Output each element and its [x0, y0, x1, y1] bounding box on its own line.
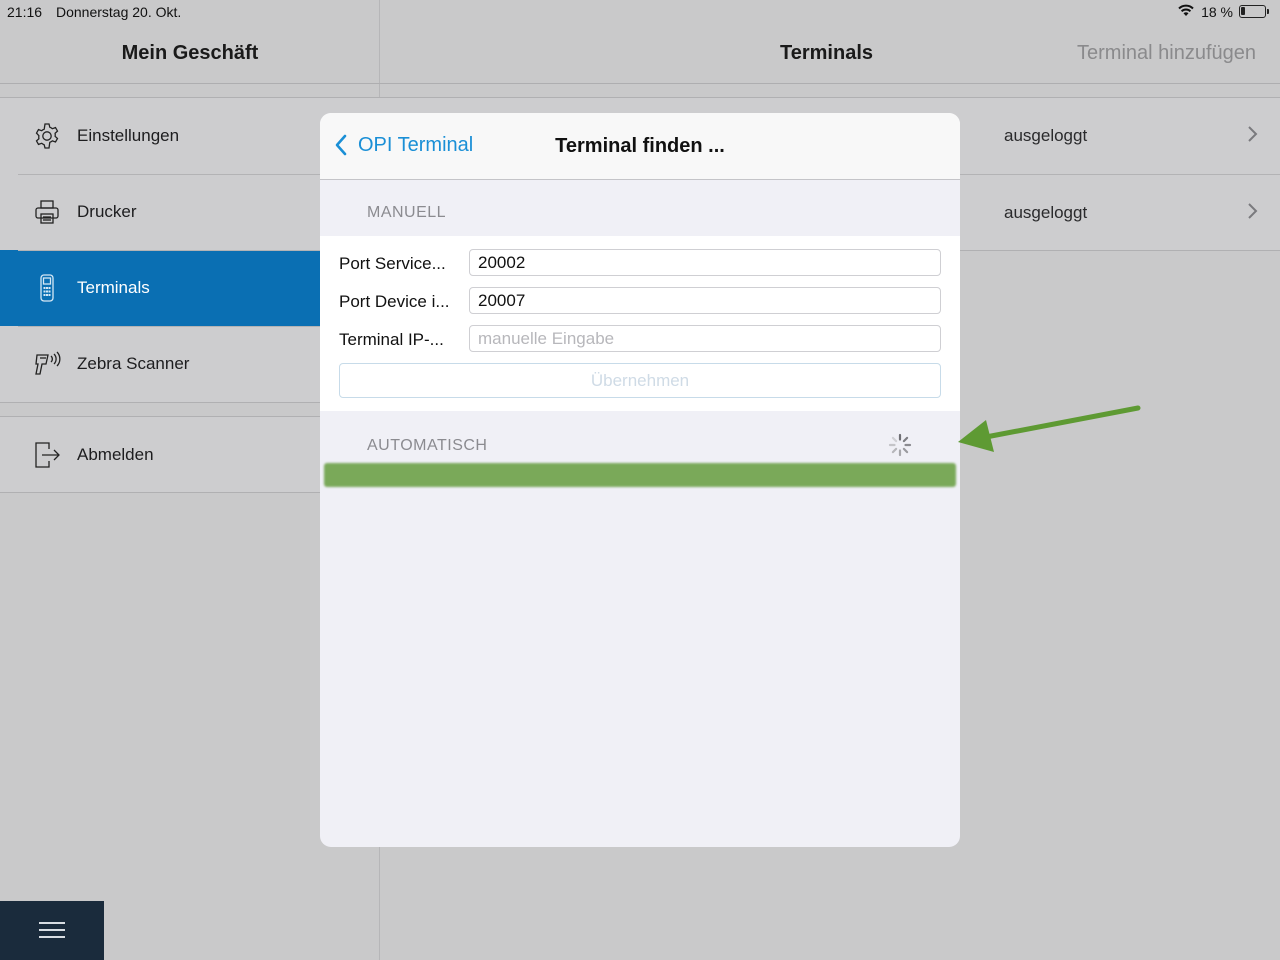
gear-icon — [32, 121, 62, 151]
dialog-navbar: OPI Terminal Terminal finden ... — [320, 113, 960, 180]
battery-percentage: 18 % — [1201, 3, 1233, 20]
terminal-status: ausgeloggt — [1004, 203, 1088, 222]
apply-button[interactable]: Übernehmen — [339, 363, 941, 398]
menu-button[interactable] — [0, 901, 104, 960]
printer-icon — [32, 197, 62, 227]
terminal-ip-input[interactable] — [469, 325, 941, 352]
sidebar-header: Mein Geschäft — [0, 0, 380, 84]
find-terminal-dialog: OPI Terminal Terminal finden ... MANUELL… — [320, 113, 960, 847]
highlight-bar — [324, 463, 956, 487]
sidebar-item-label: Einstellungen — [77, 126, 180, 145]
annotation-arrow-icon — [958, 405, 1141, 452]
barcode-scanner-icon — [32, 349, 62, 379]
chevron-right-icon — [1248, 126, 1258, 142]
sidebar-item-label: Abmelden — [77, 444, 154, 464]
logout-icon — [32, 440, 62, 470]
chevron-right-icon — [1248, 203, 1258, 219]
section-header-manual: MANUELL — [367, 204, 447, 221]
sidebar-item-label: Terminals — [77, 278, 150, 297]
field-label: Port Service... — [339, 254, 446, 273]
port-service-input[interactable] — [469, 249, 941, 276]
terminal-status: ausgeloggt — [1004, 126, 1088, 145]
loading-spinner-icon — [888, 433, 912, 457]
field-label: Terminal IP-... — [339, 330, 444, 349]
page-title: Terminals — [780, 42, 873, 64]
sidebar-item-label: Zebra Scanner — [77, 354, 190, 373]
wifi-icon — [1177, 3, 1195, 20]
header-divider — [380, 83, 1280, 84]
port-service-row: Port Service... — [339, 249, 941, 277]
terminal-ip-row: Terminal IP-... — [339, 325, 941, 353]
hamburger-icon — [39, 922, 65, 939]
port-device-row: Port Device i... — [339, 287, 941, 315]
port-device-input[interactable] — [469, 287, 941, 314]
card-terminal-icon — [32, 273, 62, 303]
field-label: Port Device i... — [339, 292, 450, 311]
battery-icon — [1239, 5, 1269, 18]
status-indicators: 18 % — [1177, 3, 1269, 20]
dialog-title: Terminal finden ... — [555, 135, 725, 157]
sidebar-item-label: Drucker — [77, 202, 137, 221]
sidebar-title: Mein Geschäft — [121, 42, 259, 64]
add-terminal-button[interactable]: Terminal hinzufügen — [1077, 42, 1256, 65]
section-header-automatic: AUTOMATISCH — [367, 437, 488, 454]
